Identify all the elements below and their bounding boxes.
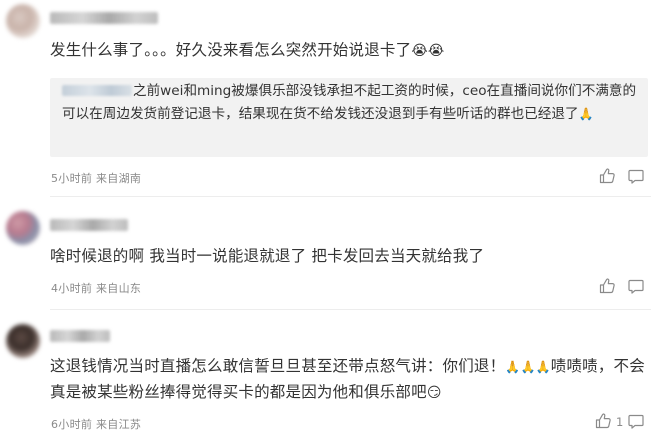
comment-location: 来自江苏 — [96, 418, 142, 431]
comment-text-part1: 这退钱情况当时直播怎么敢信誓旦旦甚至还带点怒气讲：你们退！ — [50, 357, 506, 375]
smirk-emoji: 😏 — [426, 385, 442, 401]
like-icon[interactable] — [598, 277, 616, 295]
comment-meta: 5小时前 来自湖南 — [51, 170, 141, 186]
username[interactable] — [50, 12, 158, 24]
comment-1: 发生什么事了。。。好久没来看怎么突然开始说退卡了😭😭 之前wei和ming被爆俱… — [0, 0, 651, 195]
comment-location: 来自湖南 — [96, 172, 142, 185]
quoted-comment[interactable]: 之前wei和ming被爆俱乐部没钱承担不起工资的时候，ceo在直播间说你们不满意… — [50, 78, 648, 157]
comment-time: 6小时前 — [51, 418, 93, 431]
quoted-text: 之前wei和ming被爆俱乐部没钱承担不起工资的时候，ceo在直播间说你们不满意… — [62, 83, 637, 122]
username[interactable] — [50, 219, 128, 231]
pray-emoji: 🙏 — [578, 106, 594, 121]
like-icon[interactable] — [598, 167, 616, 185]
like-count: 1 — [616, 415, 624, 429]
comment-text: 啥时候退的啊 我当时一说能退就退了 把卡发回去当天就给我了 — [50, 247, 485, 265]
pray-emoji: 🙏🙏🙏 — [505, 360, 551, 374]
reply-icon[interactable] — [627, 167, 645, 185]
comment-meta: 6小时前 来自江苏 — [51, 416, 141, 432]
comment-3: 这退钱情况当时直播怎么敢信誓旦旦甚至还带点怒气讲：你们退！🙏🙏🙏啧啧啧，不会真是… — [0, 310, 651, 432]
avatar[interactable] — [6, 324, 40, 358]
comment-text: 这退钱情况当时直播怎么敢信誓旦旦甚至还带点怒气讲：你们退！🙏🙏🙏啧啧啧，不会真是… — [50, 353, 645, 405]
comment-time: 5小时前 — [51, 172, 93, 185]
comment-text-main: 发生什么事了。。。好久没来看怎么突然开始说退卡了 — [50, 41, 412, 59]
like-icon[interactable] — [594, 412, 612, 430]
comment-text: 发生什么事了。。。好久没来看怎么突然开始说退卡了😭😭 — [50, 37, 645, 63]
username[interactable] — [50, 330, 110, 342]
comment-time: 4小时前 — [51, 282, 93, 295]
reply-icon[interactable] — [627, 412, 645, 430]
avatar[interactable] — [6, 211, 40, 245]
quoted-username[interactable] — [62, 85, 132, 96]
avatar[interactable] — [6, 4, 40, 38]
reply-icon[interactable] — [627, 277, 645, 295]
crying-emoji: 😭😭 — [411, 43, 445, 59]
comment-location: 来自山东 — [96, 282, 142, 295]
comment-2: 啥时候退的啊 我当时一说能退就退了 把卡发回去当天就给我了 4小时前 来自山东 — [0, 197, 651, 309]
comment-meta: 4小时前 来自山东 — [51, 280, 141, 296]
